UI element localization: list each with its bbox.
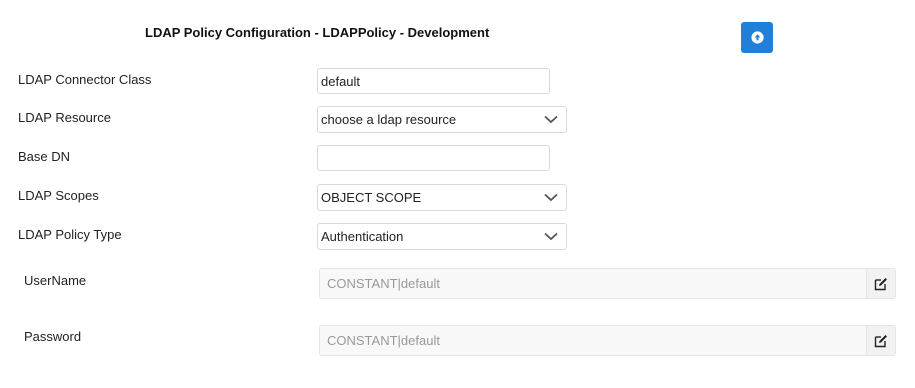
base-dn-label: Base DN <box>18 149 71 164</box>
ldap-scopes-value: OBJECT SCOPE <box>321 190 422 205</box>
edit-icon <box>874 334 887 347</box>
ldap-resource-label: LDAP Resource <box>18 110 111 125</box>
chevron-down-icon <box>540 232 562 241</box>
connector-class-label: LDAP Connector Class <box>18 72 152 87</box>
policy-type-label: LDAP Policy Type <box>18 227 122 242</box>
policy-type-value: Authentication <box>321 229 404 244</box>
ldap-resource-value: choose a ldap resource <box>321 112 457 127</box>
ldap-scopes-label: LDAP Scopes <box>18 188 99 203</box>
password-edit-button[interactable] <box>866 325 896 356</box>
username-label: UserName <box>24 273 87 288</box>
username-edit-button[interactable] <box>866 268 896 299</box>
password-label: Password <box>24 329 82 344</box>
base-dn-field[interactable] <box>317 145 550 171</box>
upload-button[interactable] <box>741 22 773 53</box>
base-dn-input[interactable] <box>318 146 549 170</box>
password-field: CONSTANT|default <box>319 325 866 356</box>
policy-type-select[interactable]: Authentication <box>317 223 567 250</box>
arrow-up-circle-icon <box>750 31 764 44</box>
username-value: CONSTANT|default <box>327 276 440 291</box>
connector-class-input[interactable] <box>318 69 549 93</box>
password-value: CONSTANT|default <box>327 333 440 348</box>
chevron-down-icon <box>540 193 562 202</box>
chevron-down-icon <box>540 115 562 124</box>
ldap-scopes-select[interactable]: OBJECT SCOPE <box>317 184 567 211</box>
ldap-resource-select[interactable]: choose a ldap resource <box>317 106 567 133</box>
connector-class-field[interactable] <box>317 68 550 94</box>
page-title: LDAP Policy Configuration - LDAPPolicy -… <box>145 25 490 40</box>
edit-icon <box>874 277 887 290</box>
username-field: CONSTANT|default <box>319 268 866 299</box>
